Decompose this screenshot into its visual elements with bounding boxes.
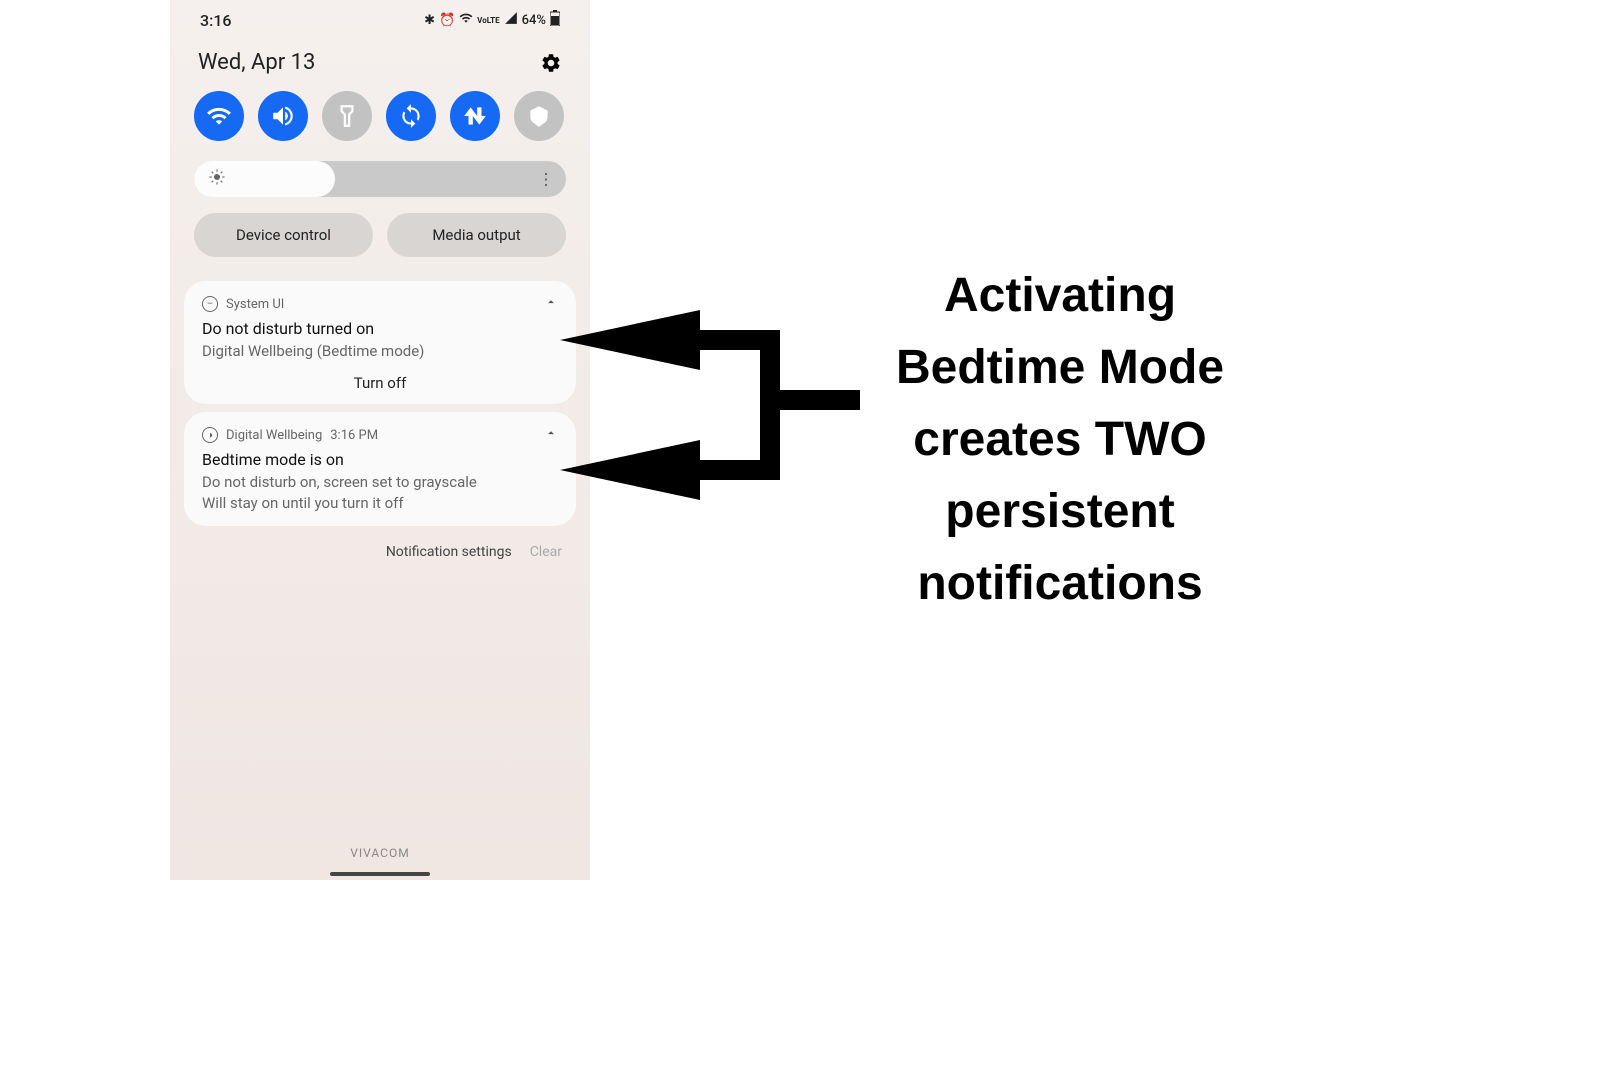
notification-line1: Do not disturb on, screen set to graysca… xyxy=(202,472,558,493)
battery-text: 64% xyxy=(522,13,546,28)
carrier-label: VIVACOM xyxy=(170,846,590,860)
quick-toggles xyxy=(170,81,590,151)
panel-header: Wed, Apr 13 xyxy=(170,40,590,81)
chevron-up-icon[interactable] xyxy=(544,426,558,444)
volte-icon: VoLTE xyxy=(477,16,499,25)
annotation-text: Activating Bedtime Mode creates TWO pers… xyxy=(870,260,1250,620)
brightness-fill xyxy=(194,161,335,197)
nav-handle[interactable] xyxy=(330,872,430,876)
notification-line2: Will stay on until you turn it off xyxy=(202,493,558,514)
date-label[interactable]: Wed, Apr 13 xyxy=(198,50,315,75)
status-bar: 3:16 ✱ ⏰ VoLTE 64% xyxy=(170,0,590,40)
annotation-arrows xyxy=(560,310,880,530)
sound-toggle[interactable] xyxy=(258,91,308,141)
wifi-toggle[interactable] xyxy=(194,91,244,141)
control-pills: Device control Media output xyxy=(170,207,590,273)
notification-settings-link[interactable]: Notification settings xyxy=(386,544,512,560)
signal-icon xyxy=(504,11,518,29)
media-output-button[interactable]: Media output xyxy=(387,213,566,257)
notification-footer: Notification settings Clear xyxy=(170,534,590,570)
clear-link[interactable]: Clear xyxy=(530,544,562,560)
brightness-slider[interactable]: ⋮ xyxy=(194,161,566,197)
bedtime-icon: ◑ xyxy=(202,427,218,443)
chevron-up-icon[interactable] xyxy=(544,295,558,313)
notification-title: Do not disturb turned on xyxy=(202,319,558,338)
notification-system-ui[interactable]: – System UI Do not disturb turned on Dig… xyxy=(184,281,576,404)
smartthings-toggle[interactable] xyxy=(514,91,564,141)
phone-screenshot: 3:16 ✱ ⏰ VoLTE 64% Wed, Apr 13 xyxy=(170,0,590,880)
wifi-status-icon xyxy=(459,11,473,29)
notification-title: Bedtime mode is on xyxy=(202,450,558,469)
turn-off-action[interactable]: Turn off xyxy=(202,374,558,392)
notification-app-name: Digital Wellbeing xyxy=(226,428,322,443)
dnd-icon: – xyxy=(202,296,218,312)
settings-gear-icon[interactable] xyxy=(540,52,562,74)
brightness-icon xyxy=(208,168,226,190)
notification-subtitle: Digital Wellbeing (Bedtime mode) xyxy=(202,341,558,362)
status-icons: ✱ ⏰ VoLTE 64% xyxy=(424,10,560,30)
status-time: 3:16 xyxy=(200,11,232,30)
battery-icon xyxy=(550,10,560,30)
notification-time: 3:16 PM xyxy=(330,428,378,443)
rotate-toggle[interactable] xyxy=(386,91,436,141)
data-toggle[interactable] xyxy=(450,91,500,141)
flashlight-toggle[interactable] xyxy=(322,91,372,141)
notification-header: – System UI xyxy=(202,295,558,313)
alarm-icon: ⏰ xyxy=(439,13,455,28)
bluetooth-icon: ✱ xyxy=(424,13,435,28)
notification-header: ◑ Digital Wellbeing 3:16 PM xyxy=(202,426,558,444)
notification-digital-wellbeing[interactable]: ◑ Digital Wellbeing 3:16 PM Bedtime mode… xyxy=(184,412,576,526)
notification-app-name: System UI xyxy=(226,297,284,312)
brightness-menu-icon[interactable]: ⋮ xyxy=(538,170,554,189)
device-control-button[interactable]: Device control xyxy=(194,213,373,257)
